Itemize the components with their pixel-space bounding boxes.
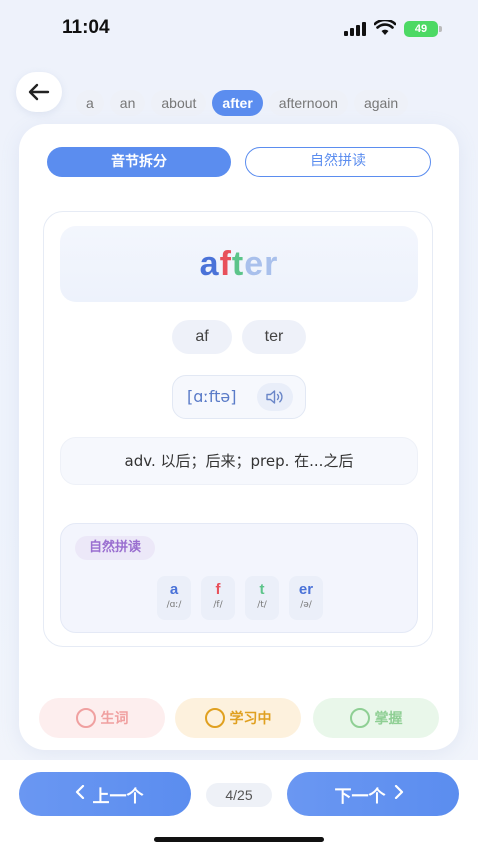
battery-level: 49 [414, 23, 428, 35]
phonetic-box: [ɑːftə] [172, 375, 306, 419]
word-list: a an about after afternoon again [76, 90, 478, 118]
phonics-label: 自然拼读 [75, 536, 156, 560]
wifi-icon [374, 20, 396, 35]
mark-new-word-label: 生词 [100, 711, 129, 727]
phonetic-text: [ɑːftə] [187, 387, 237, 406]
word-letter: a [199, 244, 220, 283]
circle-icon [349, 708, 370, 728]
circle-icon [204, 708, 225, 728]
word-letter: t [231, 244, 245, 283]
phonics-unit[interactable]: t /t/ [245, 576, 279, 620]
phonics-unit[interactable]: a /ɑː/ [157, 576, 191, 620]
word-chip-again[interactable]: again [353, 90, 409, 116]
meaning-text: adv. 以后；后来；prep. 在...之后 [60, 437, 418, 485]
circle-icon [75, 708, 96, 728]
phonics-unit[interactable]: er /ə/ [289, 576, 323, 620]
mark-mastered-label: 掌握 [374, 711, 403, 727]
phonics-ipa: /ə/ [300, 600, 312, 610]
status-time: 11:04 [62, 17, 110, 38]
previous-button[interactable]: 上一个 [19, 772, 191, 816]
phonics-letter: a [169, 581, 179, 598]
phonics-letter: t [259, 581, 265, 598]
bottom-navigation: 上一个 4/25 下一个 [0, 760, 478, 850]
tab-syllable-split[interactable]: 音节拆分 [47, 147, 231, 177]
next-button[interactable]: 下一个 [287, 772, 459, 816]
syllable-chip[interactable]: ter [242, 320, 306, 354]
progress-counter: 4/25 [206, 783, 272, 807]
word-detail-card: a f t er af ter [ɑːftə] adv. 以后；后来；prep. 在.… [43, 211, 433, 647]
battery-indicator: 49 [404, 21, 442, 37]
syllable-chip[interactable]: af [172, 320, 232, 354]
word-letter: f [219, 244, 232, 283]
home-indicator[interactable] [154, 837, 324, 842]
phonics-ipa: /t/ [257, 600, 267, 610]
next-label: 下一个 [334, 786, 386, 807]
word-letter: er [244, 244, 279, 283]
chevron-left-icon [75, 784, 85, 804]
word-chip-after[interactable]: after [212, 90, 263, 116]
mark-new-word-button[interactable]: 生词 [39, 698, 165, 738]
tab-phonics[interactable]: 自然拼读 [245, 147, 431, 177]
play-audio-button[interactable] [257, 383, 293, 411]
word-chip-an[interactable]: an [109, 90, 146, 116]
speaker-icon [266, 390, 283, 404]
status-bar: 11:04 49 [0, 0, 478, 56]
phonics-unit[interactable]: f /f/ [201, 576, 235, 620]
back-button[interactable] [16, 72, 62, 112]
phonics-ipa: /f/ [213, 600, 223, 610]
word-chip-afternoon[interactable]: afternoon [268, 90, 348, 116]
signal-icon [344, 22, 366, 36]
phonics-letter: f [215, 581, 221, 598]
mark-mastered-button[interactable]: 掌握 [313, 698, 439, 738]
arrow-left-icon [28, 83, 50, 101]
phonics-panel: 自然拼读 a /ɑː/ f /f/ t /t/ er /ə/ [60, 523, 418, 633]
mark-learning-label: 学习中 [229, 711, 272, 727]
mark-learning-button[interactable]: 学习中 [175, 698, 301, 738]
chevron-right-icon [394, 784, 404, 804]
word-display: a f t er [60, 226, 418, 302]
previous-label: 上一个 [92, 786, 144, 807]
word-chip-about[interactable]: about [151, 90, 207, 116]
word-chip-a[interactable]: a [76, 90, 104, 116]
phonics-letter: er [298, 581, 314, 598]
phonics-ipa: /ɑː/ [166, 600, 182, 610]
word-card: 音节拆分 自然拼读 a f t er af ter [ɑːftə] adv. 以后；后… [19, 124, 459, 750]
